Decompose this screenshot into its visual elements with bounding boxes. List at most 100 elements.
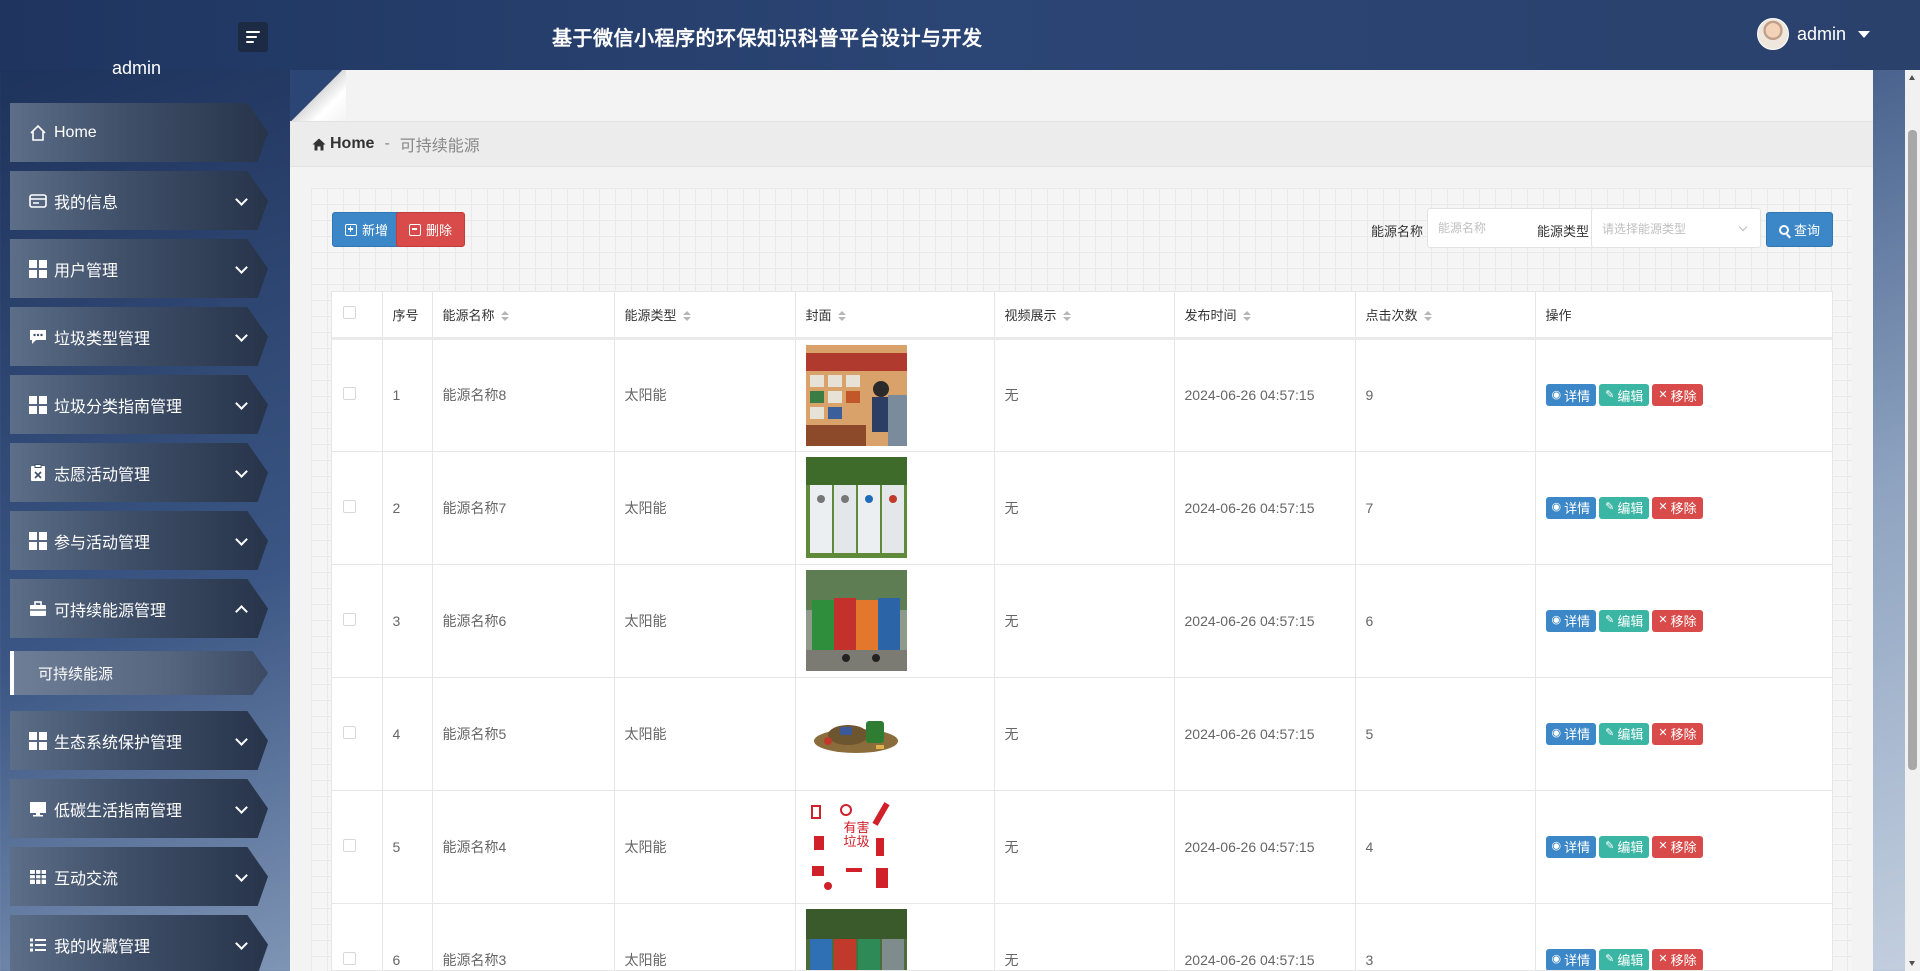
cell-name: 能源名称4 — [432, 790, 615, 904]
delete-button[interactable]: 删除 — [396, 212, 466, 247]
edit-button[interactable]: ✎ 编辑 — [1599, 384, 1650, 406]
detail-button[interactable]: ◉ 详情 — [1545, 609, 1597, 632]
edit-button[interactable]: ✎ 编辑 — [1599, 948, 1650, 970]
cell-cover: 有害垃圾 — [795, 790, 995, 904]
cell-video: 无 — [994, 451, 1175, 565]
column-header-label: 能源类型 — [624, 307, 677, 323]
sort-icon[interactable] — [500, 311, 509, 322]
edit-icon: ✎ — [1605, 840, 1615, 852]
add-button[interactable]: 新增 — [332, 212, 402, 247]
sidebar-item-volunteer-activity-management[interactable]: 志愿活动管理 — [10, 443, 268, 502]
detail-label: 详情 — [1564, 953, 1591, 968]
detail-label: 详情 — [1564, 840, 1591, 855]
row-checkbox[interactable] — [343, 838, 356, 852]
menu-toggle-button[interactable] — [238, 22, 268, 52]
column-header[interactable]: 能源名称 — [432, 292, 615, 340]
remove-label: 移除 — [1670, 388, 1697, 404]
row-checkbox[interactable] — [343, 951, 356, 965]
remove-button[interactable]: ✕ 移除 — [1652, 496, 1703, 519]
detail-button[interactable]: ◉ 详情 — [1545, 722, 1597, 745]
detail-button[interactable]: ◉ 详情 — [1545, 835, 1597, 858]
cell-index: 1 — [382, 338, 433, 452]
cell-index: 5 — [382, 790, 433, 904]
sidebar-item-my-info[interactable]: 我的信息 — [10, 171, 268, 230]
row-checkbox[interactable] — [343, 387, 356, 400]
sidebar-item-low-carbon-guide-management[interactable]: 低碳生活指南管理 — [10, 779, 268, 838]
row-checkbox[interactable] — [343, 612, 356, 626]
row-checkbox[interactable] — [343, 499, 356, 513]
chevron-down-icon — [1738, 222, 1748, 232]
sidebar-username: admin — [112, 58, 162, 76]
cover-photo-bins-outdoor[interactable] — [805, 909, 907, 971]
sort-icon[interactable] — [682, 311, 691, 322]
column-header-label: 能源名称 — [442, 307, 495, 323]
cover-hazardous-waste-poster[interactable]: 有害垃圾 — [805, 796, 907, 897]
sidebar-subitem-sustainable-energy[interactable]: 可持续能源 — [10, 651, 268, 695]
cover-photo-white-bins[interactable] — [805, 457, 907, 558]
cell-time: 2024-06-26 04:57:15 — [1174, 564, 1356, 678]
remove-button[interactable]: ✕ 移除 — [1652, 722, 1703, 745]
sort-icon[interactable] — [1242, 311, 1251, 322]
remove-button[interactable]: ✕ 移除 — [1652, 384, 1703, 406]
sidebar-subitem-label: 可持续能源 — [38, 665, 114, 683]
sidebar-item-user-management[interactable]: 用户管理 — [10, 239, 268, 298]
edit-button[interactable]: ✎ 编辑 — [1599, 609, 1650, 632]
sidebar-item-label: 我的收藏管理 — [54, 938, 151, 956]
detail-button[interactable]: ◉ 详情 — [1545, 384, 1597, 406]
scroll-up-arrow-icon[interactable] — [1909, 75, 1915, 80]
cover-photo-recycling-board[interactable] — [805, 344, 907, 446]
table-row: 2 能源名称7 太阳能 无 2024-06-26 04:57:15 7 ◉ 详情… — [332, 451, 1832, 565]
edit-button[interactable]: ✎ 编辑 — [1599, 835, 1650, 858]
sidebar-item-participation-management[interactable]: 参与活动管理 — [10, 511, 268, 570]
cell-type: 太阳能 — [614, 338, 796, 452]
column-header[interactable]: 发布时间 — [1174, 292, 1356, 340]
scrollbar-thumb[interactable] — [1908, 130, 1917, 770]
column-header[interactable]: 点击次数 — [1355, 292, 1536, 340]
page-scrollbar[interactable] — [1905, 70, 1920, 971]
edit-button[interactable]: ✎ 编辑 — [1599, 722, 1650, 745]
cover-photo-trash-pile[interactable] — [805, 683, 907, 784]
sidebar-item-home[interactable]: Home — [10, 103, 268, 162]
cover-photo-color-bins[interactable] — [805, 570, 907, 671]
sidebar-item-garbage-guide-management[interactable]: 垃圾分类指南管理 — [10, 375, 268, 434]
column-header[interactable]: 能源类型 — [614, 292, 796, 340]
user-menu[interactable]: admin — [1756, 18, 1870, 50]
main-panel: Home - 可持续能源 新增 删除 能源名称 能源类型 请选择能源类型 — [290, 70, 1873, 971]
sidebar-item-label: 可持续能源管理 — [54, 602, 167, 620]
cell-name: 能源名称6 — [432, 564, 615, 678]
remove-button[interactable]: ✕ 移除 — [1652, 948, 1703, 970]
remove-button[interactable]: ✕ 移除 — [1652, 835, 1703, 858]
query-button[interactable]: 查询 — [1766, 212, 1834, 247]
cell-time: 2024-06-26 04:57:15 — [1174, 451, 1356, 565]
grid-icon — [28, 395, 48, 415]
select-all-checkbox[interactable] — [343, 306, 356, 320]
cell-video: 无 — [994, 903, 1175, 970]
edit-label: 编辑 — [1617, 501, 1644, 516]
column-header[interactable]: 视频展示 — [994, 292, 1175, 340]
sidebar-item-my-favorites-management[interactable]: 我的收藏管理 — [10, 915, 268, 971]
remove-button[interactable]: ✕ 移除 — [1652, 609, 1703, 632]
sidebar-item-label: 生态系统保护管理 — [54, 734, 183, 752]
detail-button[interactable]: ◉ 详情 — [1545, 496, 1597, 519]
row-checkbox-cell — [332, 677, 383, 791]
grid-icon — [28, 731, 48, 751]
row-checkbox[interactable] — [343, 725, 356, 739]
sidebar-item-sustainable-energy-management[interactable]: 可持续能源管理 — [10, 579, 268, 638]
edit-button[interactable]: ✎ 编辑 — [1599, 496, 1650, 519]
sidebar-item-interaction[interactable]: 互动交流 — [10, 847, 268, 906]
row-actions: ◉ 详情 ✎ 编辑 ✕ 移除 — [1545, 384, 1833, 406]
page-curl-decoration — [290, 70, 346, 122]
sidebar-item-garbage-type-management[interactable]: 垃圾类型管理 — [10, 307, 268, 366]
sort-icon[interactable] — [837, 311, 846, 322]
sort-icon[interactable] — [1062, 311, 1071, 322]
scroll-down-arrow-icon[interactable] — [1909, 961, 1915, 966]
detail-button[interactable]: ◉ 详情 — [1545, 948, 1597, 970]
cell-cover — [795, 677, 995, 791]
breadcrumb-home-link[interactable]: Home — [312, 135, 374, 153]
sort-icon[interactable] — [1423, 311, 1432, 322]
sidebar-item-label: 垃圾分类指南管理 — [54, 398, 183, 416]
type-filter-select[interactable]: 请选择能源类型 — [1591, 208, 1761, 248]
cell-time: 2024-06-26 04:57:15 — [1174, 338, 1356, 452]
sidebar-item-ecosystem-protection-management[interactable]: 生态系统保护管理 — [10, 711, 268, 770]
column-header[interactable]: 封面 — [795, 292, 995, 340]
